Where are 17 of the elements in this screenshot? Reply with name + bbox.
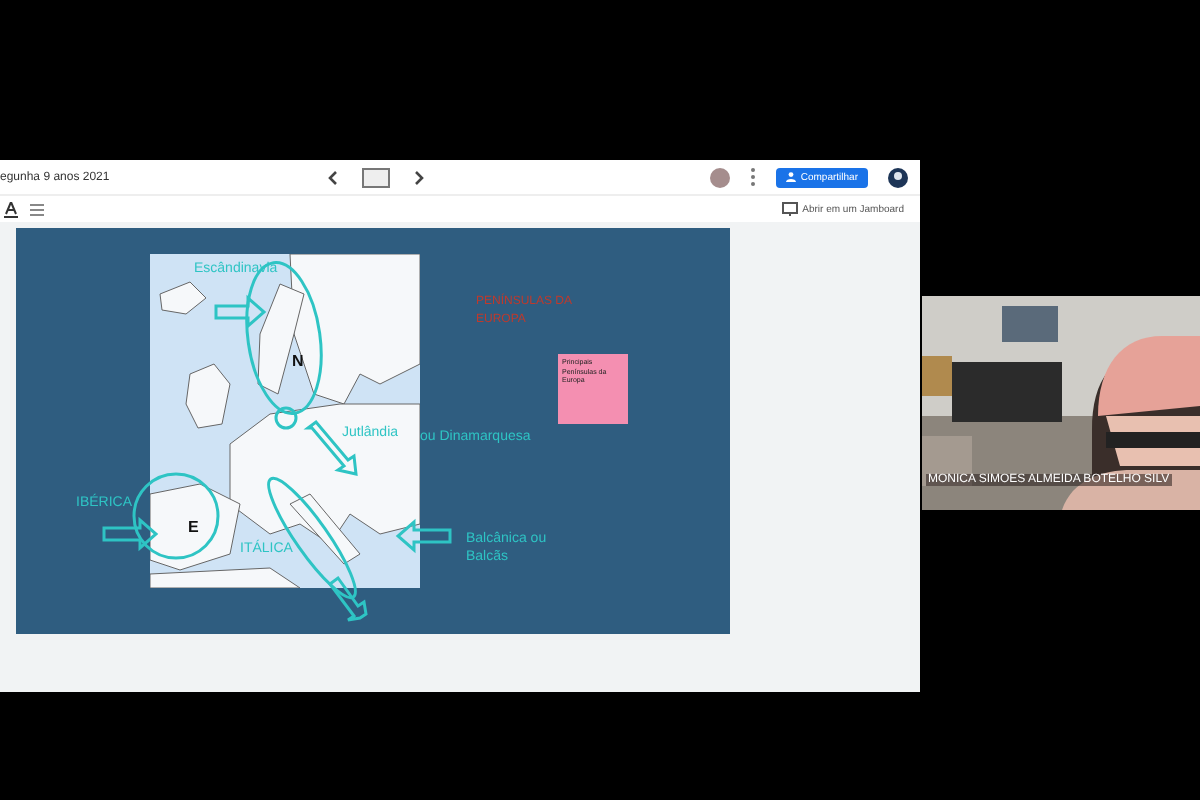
more-icon[interactable]	[750, 168, 757, 186]
map-letter: E	[188, 518, 199, 536]
slide-thumbnail[interactable]	[362, 167, 390, 187]
arrow-shape	[395, 518, 452, 554]
arrow-shape	[102, 516, 159, 552]
chevron-right-icon[interactable]	[414, 169, 426, 185]
map-letter: N	[292, 352, 304, 370]
jamboard-icon[interactable]	[782, 202, 799, 216]
circle-shape	[132, 472, 220, 560]
circle-shape	[274, 406, 298, 430]
arrow-shape	[327, 575, 368, 622]
avatar-icon[interactable]	[888, 167, 908, 187]
list-icon[interactable]	[30, 203, 44, 215]
chevron-left-icon[interactable]	[326, 169, 338, 185]
arrow-shape	[214, 294, 267, 330]
text-format-icon[interactable]	[4, 201, 18, 217]
person-icon	[786, 172, 797, 182]
